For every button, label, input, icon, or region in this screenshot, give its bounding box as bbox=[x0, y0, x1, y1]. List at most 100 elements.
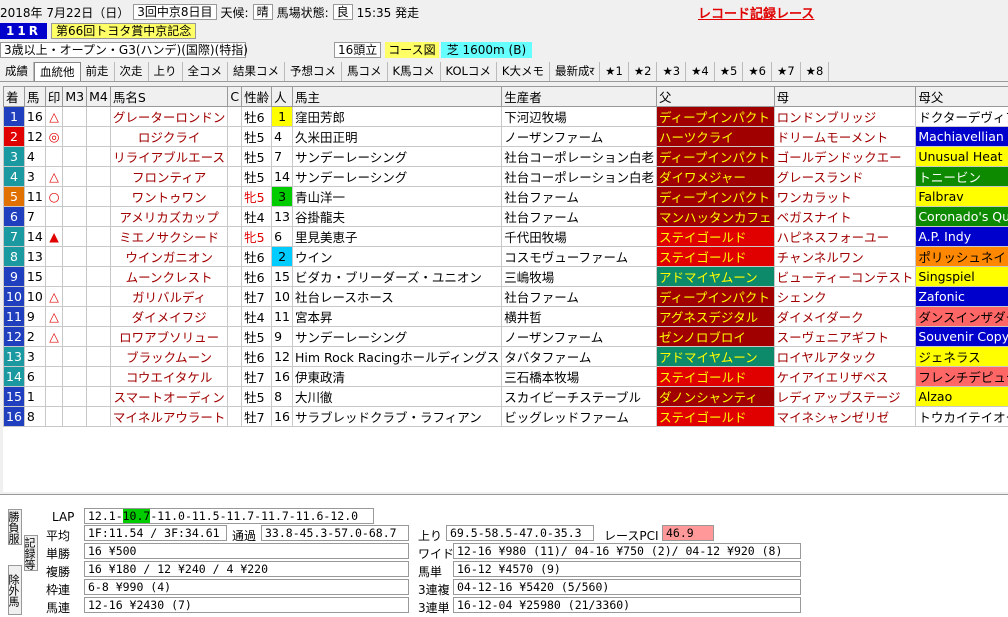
cell-dam: ダイメイダーク bbox=[773, 306, 917, 327]
cell-owner: 大川徹 bbox=[291, 386, 503, 407]
tab-scratched[interactable]: 除外馬 bbox=[7, 565, 22, 615]
column-header[interactable]: 馬 bbox=[23, 86, 46, 107]
cell-name: ミエノサクシード bbox=[109, 226, 229, 247]
tab-silks[interactable]: 勝負服 bbox=[7, 509, 22, 545]
tab-0[interactable]: 成績 bbox=[0, 62, 34, 81]
cell-owner: ビダカ・ブリーダーズ・ユニオン bbox=[291, 266, 503, 287]
cell-breeder: 社台ファーム bbox=[501, 186, 658, 207]
table-row[interactable]: 9 15 ムーンクレスト 牡6 15 ビダカ・ブリーダーズ・ユニオン 三嶋牧場 アドマイヤムー… bbox=[3, 266, 1008, 287]
column-header[interactable]: C bbox=[227, 86, 243, 107]
table-row[interactable]: 7 14 ▲ ミエノサクシード 牝5 6 里見美恵子 千代田牧場 ステイゴールド ハピネスフォーユ… bbox=[3, 226, 1008, 247]
tab-4[interactable]: 上り bbox=[149, 62, 183, 81]
cell-finish: 3 bbox=[3, 146, 25, 167]
fukusho-label: 複勝 bbox=[46, 565, 71, 579]
tab-15[interactable]: ★3 bbox=[657, 62, 687, 81]
payout-panel: 勝負服 記録等 除外馬 LAP 12.1-10.7-11.0-11.5-11.7… bbox=[0, 494, 1008, 617]
cell-finish: 7 bbox=[3, 226, 25, 247]
race-conditions: 3歳以上・オープン・G3(ハンデ)(国際)(特指) bbox=[0, 42, 248, 58]
tab-7[interactable]: 予想コメ bbox=[285, 62, 342, 81]
cell-m3 bbox=[62, 106, 88, 127]
cell-m3 bbox=[62, 206, 88, 227]
record-race-link[interactable]: レコード記録レース bbox=[698, 3, 814, 22]
track-field: 良 bbox=[332, 4, 353, 20]
column-header[interactable]: M4 bbox=[86, 86, 111, 107]
tab-2[interactable]: 前走 bbox=[81, 62, 115, 81]
table-row[interactable]: 10 10 △ ガリバルディ 牡7 10 社台レースホース 社台ファーム ディープインパクト シェ… bbox=[3, 286, 1008, 307]
cell-c bbox=[227, 286, 243, 307]
cell-dam: マイネシャンゼリゼ bbox=[773, 406, 917, 427]
tab-19[interactable]: ★7 bbox=[772, 62, 801, 81]
cell-m3 bbox=[62, 146, 88, 167]
cell-owner: 谷掛龍夫 bbox=[291, 206, 503, 227]
tab-20[interactable]: ★8 bbox=[801, 62, 830, 81]
horse-table-panel: 着馬印 M3 M4 馬名S C 性齢人馬主 生産者父母母父 1 16 △ グレーターロンドン 牡6 1… bbox=[3, 86, 1008, 492]
table-row[interactable]: 16 8 マイネルアウラート 牡7 16 サラブレッドクラブ・ラフィアン ビッグレッドファー… bbox=[3, 406, 1008, 427]
tab-14[interactable]: ★2 bbox=[629, 62, 658, 81]
cell-name: ガリバルディ bbox=[109, 286, 229, 307]
cell-mark bbox=[44, 206, 64, 227]
tab-11[interactable]: K大メモ bbox=[497, 62, 550, 81]
column-header[interactable]: 馬名S bbox=[109, 86, 229, 107]
table-row[interactable]: 13 3 ブラックムーン 牡6 12 Him Rock Racingホールディングス タバタ… bbox=[3, 346, 1008, 367]
course-map-button[interactable]: コース図 bbox=[385, 42, 439, 58]
column-header[interactable]: 性齢 bbox=[241, 86, 273, 107]
table-row[interactable]: 12 2 △ ロワアブソリュー 牡5 9 サンデーレーシング ノーザンファーム ゼンノロブロイス… bbox=[3, 326, 1008, 347]
cell-dam: ロンドンブリッジ bbox=[773, 106, 917, 127]
tab-10[interactable]: KOLコメ bbox=[441, 62, 497, 81]
cell-sex: 牡7 bbox=[241, 366, 273, 387]
table-row[interactable]: 5 11 ○ ワントゥワン 牝5 3 青山洋一 社台ファーム ディープインパクト ワンカラット Fa… bbox=[3, 186, 1008, 207]
tab-16[interactable]: ★4 bbox=[686, 62, 715, 81]
cell-dam: ハピネスフォーユー bbox=[773, 226, 917, 247]
tab-9[interactable]: K馬コメ bbox=[388, 62, 441, 81]
cell-name: ダイメイフジ bbox=[109, 306, 229, 327]
table-row[interactable]: 8 13 ウインガニオン 牡6 2 ウイン コスモヴューファーム ステイゴールド チャンネルワン… bbox=[3, 246, 1008, 267]
tab-1[interactable]: 血統他 bbox=[34, 62, 81, 81]
cell-m4 bbox=[86, 226, 111, 247]
table-row[interactable]: 15 1 スマートオーディン 牡5 8 大川徹 スカイビーチステーブル ダノンシャンティ レディ… bbox=[3, 386, 1008, 407]
table-row[interactable]: 6 7 アメリカズカップ 牡4 13 谷掛龍夫 社台ファーム マンハッタンカフェ ベガスナイト C… bbox=[3, 206, 1008, 227]
cell-breeder: ビッグレッドファーム bbox=[501, 406, 658, 427]
tab-records[interactable]: 記録等 bbox=[23, 535, 38, 571]
table-row[interactable]: 2 12 ◎ ロジクライ 牡5 4 久米田正明 ノーザンファーム ハーツクライ ドリームモーメント… bbox=[3, 126, 1008, 147]
tab-17[interactable]: ★5 bbox=[715, 62, 744, 81]
cell-m3 bbox=[62, 386, 88, 407]
cell-dam: ケイアイエリザベス bbox=[773, 366, 917, 387]
tab-5[interactable]: 全コメ bbox=[183, 62, 228, 81]
cell-owner: 宮本昇 bbox=[291, 306, 503, 327]
cell-damsire: Singspiel bbox=[915, 266, 1008, 287]
tab-8[interactable]: 馬コメ bbox=[342, 62, 388, 81]
cell-breeder: ノーザンファーム bbox=[501, 126, 658, 147]
cell-owner: 窪田芳郎 bbox=[291, 106, 503, 127]
column-header[interactable]: 生産者 bbox=[501, 86, 658, 107]
column-header[interactable]: M3 bbox=[62, 86, 88, 107]
umaren-field: 12-16 ¥2430 (7) bbox=[84, 597, 409, 613]
column-header[interactable]: 印 bbox=[44, 86, 64, 107]
table-row[interactable]: 3 4 リライアブルエース 牡5 7 サンデーレーシング 社台コーポレーション白老 ディープイ… bbox=[3, 146, 1008, 167]
table-row[interactable]: 4 3 △ フロンティア 牡5 14 サンデーレーシング 社台コーポレーション白老 ダイワメジャ… bbox=[3, 166, 1008, 187]
column-header[interactable]: 着 bbox=[3, 86, 25, 107]
column-header[interactable]: 母 bbox=[773, 86, 917, 107]
cell-num: 4 bbox=[23, 146, 46, 167]
table-row[interactable]: 11 9 △ ダイメイフジ 牡4 11 宮本昇 横井哲 アグネスデジタル ダイメイダーク ダンスイン… bbox=[3, 306, 1008, 327]
cell-damsire: トウカイテイオー bbox=[915, 406, 1008, 427]
column-header[interactable]: 母父 bbox=[915, 86, 1008, 107]
column-header[interactable]: 人 bbox=[271, 86, 293, 107]
tab-6[interactable]: 結果コメ bbox=[228, 62, 285, 81]
tab-13[interactable]: ★1 bbox=[600, 62, 629, 81]
cell-sire: ダノンシャンティ bbox=[656, 386, 775, 407]
cell-pop: 10 bbox=[271, 286, 293, 307]
table-row[interactable]: 1 16 △ グレーターロンドン 牡6 1 窪田芳郎 下河辺牧場 ディープインパクト ロンドンブリ… bbox=[3, 106, 1008, 127]
column-header[interactable]: 父 bbox=[656, 86, 775, 107]
cell-c bbox=[227, 366, 243, 387]
cell-m3 bbox=[62, 326, 88, 347]
cell-mark bbox=[44, 346, 64, 367]
cell-pop: 14 bbox=[271, 166, 293, 187]
tab-18[interactable]: ★6 bbox=[743, 62, 773, 81]
tab-3[interactable]: 次走 bbox=[115, 62, 149, 81]
column-header[interactable]: 馬主 bbox=[291, 86, 503, 107]
cell-num: 10 bbox=[23, 286, 46, 307]
cell-sire: ステイゴールド bbox=[656, 406, 775, 427]
cell-sex: 牡5 bbox=[241, 326, 273, 347]
tab-12[interactable]: 最新成र bbox=[550, 62, 601, 81]
table-row[interactable]: 14 6 コウエイタケル 牡7 16 伊東政清 三石橋本牧場 ステイゴールド ケイアイエリザベス… bbox=[3, 366, 1008, 387]
